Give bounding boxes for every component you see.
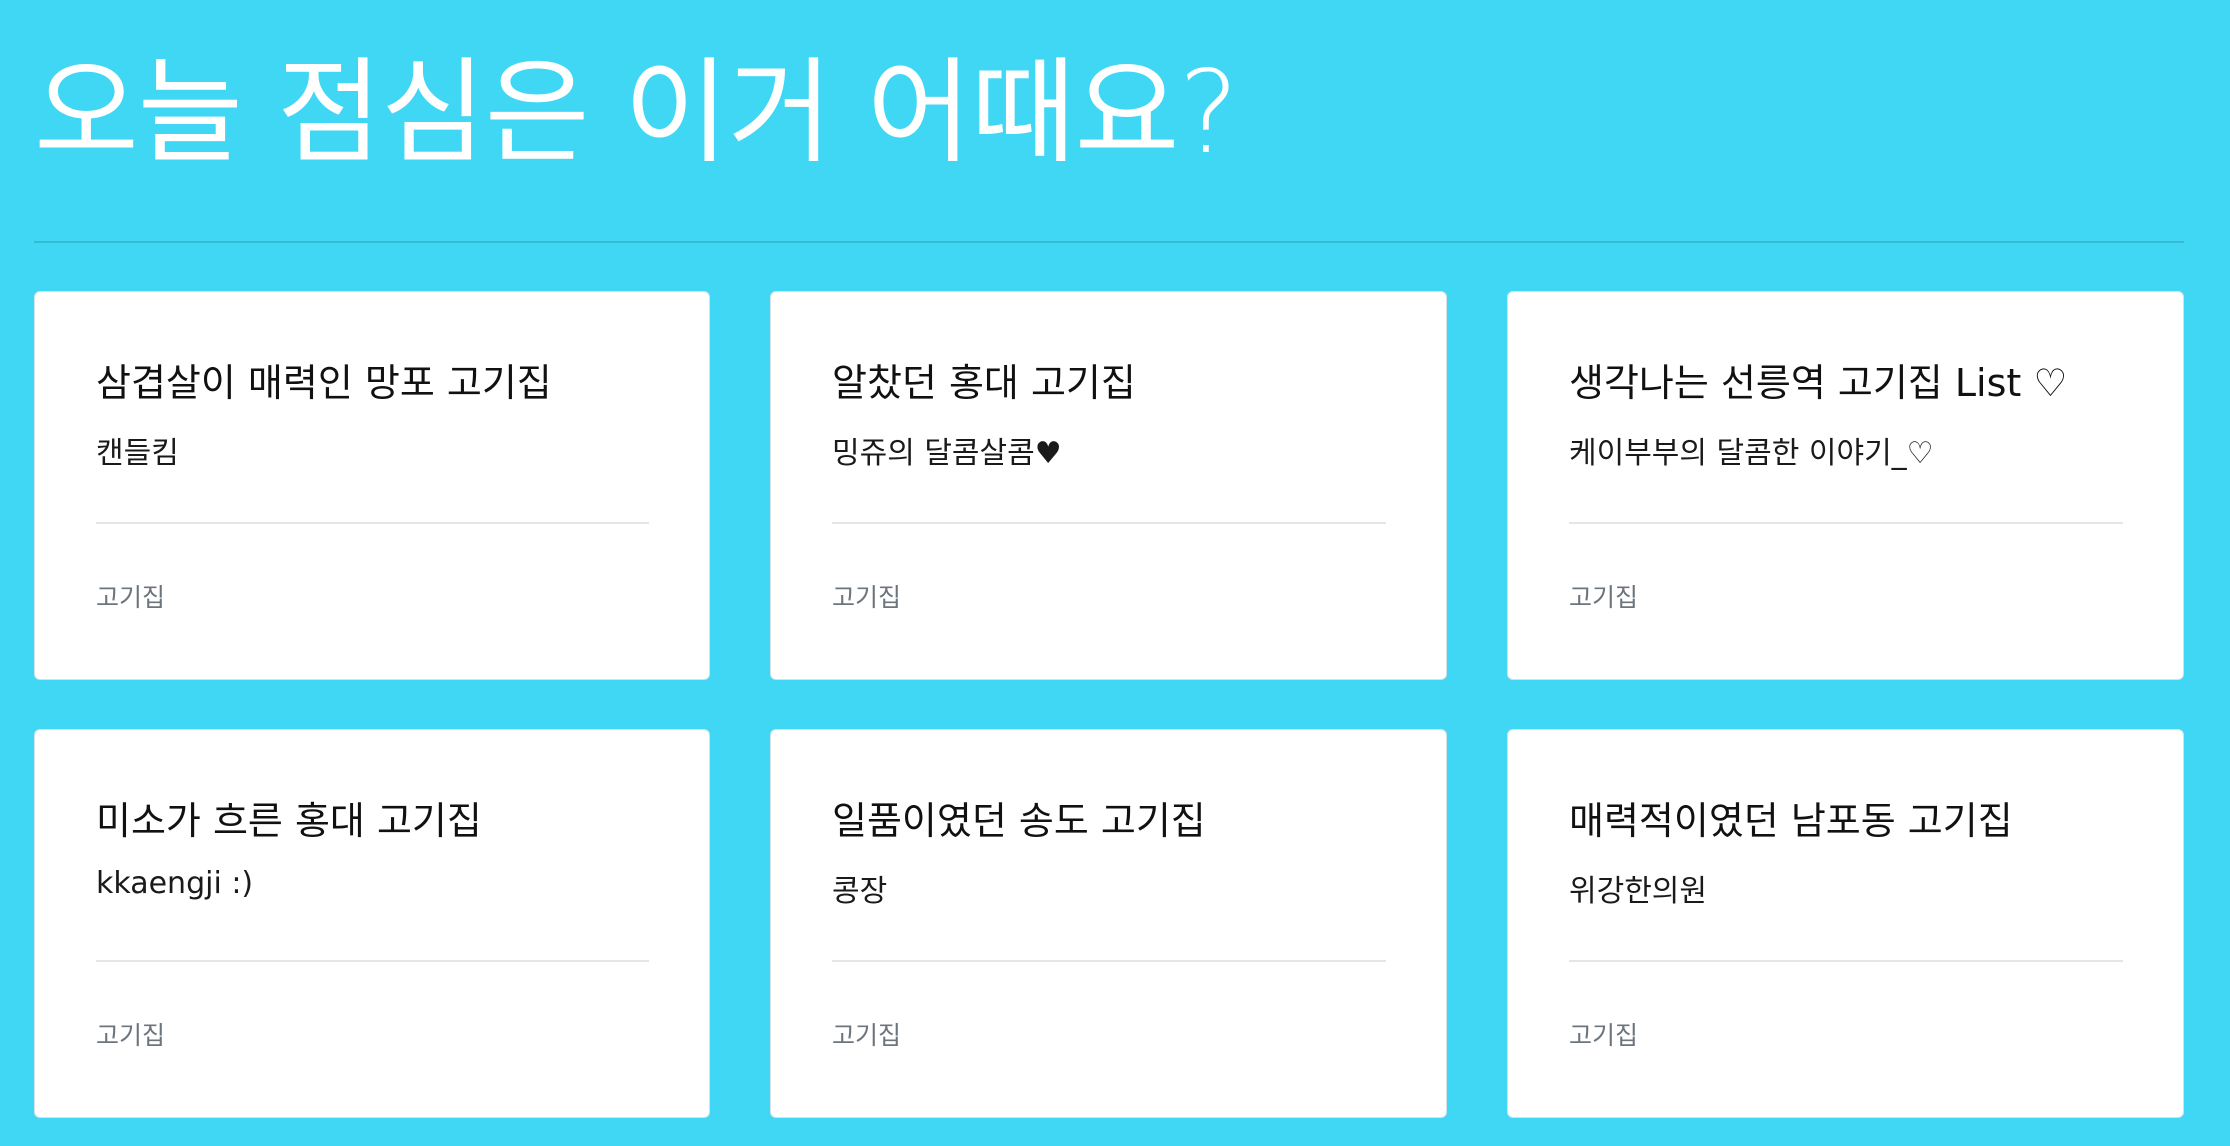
card-divider xyxy=(832,960,1386,962)
restaurant-card[interactable]: 일품이였던 송도 고기집 콩장 고기집 xyxy=(770,729,1447,1118)
card-tag: 고기집 xyxy=(96,583,166,612)
card-title[interactable]: 일품이였던 송도 고기집 xyxy=(832,790,1206,845)
card-divider xyxy=(1569,960,2123,962)
card-tag: 고기집 xyxy=(1569,1021,1639,1050)
card-author: 위강한의원 xyxy=(1569,874,1707,909)
card-title[interactable]: 미소가 흐른 홍대 고기집 xyxy=(96,790,482,845)
card-title[interactable]: 삼겹살이 매력인 망포 고기집 xyxy=(96,352,552,407)
restaurant-card[interactable]: 미소가 흐른 홍대 고기집 kkaengji :) 고기집 xyxy=(34,729,710,1118)
card-author: kkaengji :) xyxy=(96,866,254,901)
card-divider xyxy=(832,522,1386,524)
card-author: 콩장 xyxy=(832,874,888,909)
title-divider xyxy=(34,241,2184,243)
card-tag: 고기집 xyxy=(832,1021,902,1050)
restaurant-card[interactable]: 알찼던 홍대 고기집 밍쥬의 달콤살콤♥ 고기집 xyxy=(770,291,1447,680)
card-divider xyxy=(1569,522,2123,524)
card-divider xyxy=(96,522,649,524)
card-author: 캔들킴 xyxy=(96,436,179,471)
card-author: 케이부부의 달콤한 이야기_♡ xyxy=(1569,436,1934,471)
restaurant-card[interactable]: 매력적이였던 남포동 고기집 위강한의원 고기집 xyxy=(1507,729,2184,1118)
card-tag: 고기집 xyxy=(96,1021,166,1050)
card-title[interactable]: 생각나는 선릉역 고기집 List ♡ xyxy=(1569,352,2067,407)
page-title: 오늘 점심은 이거 어때요? xyxy=(34,46,1239,179)
card-title[interactable]: 매력적이였던 남포동 고기집 xyxy=(1569,790,2013,845)
restaurant-card[interactable]: 삼겹살이 매력인 망포 고기집 캔들킴 고기집 xyxy=(34,291,710,680)
card-author: 밍쥬의 달콤살콤♥ xyxy=(832,436,1062,471)
card-title[interactable]: 알찼던 홍대 고기집 xyxy=(832,352,1136,407)
card-divider xyxy=(96,960,649,962)
card-tag: 고기집 xyxy=(832,583,902,612)
restaurant-card[interactable]: 생각나는 선릉역 고기집 List ♡ 케이부부의 달콤한 이야기_♡ 고기집 xyxy=(1507,291,2184,680)
card-tag: 고기집 xyxy=(1569,583,1639,612)
